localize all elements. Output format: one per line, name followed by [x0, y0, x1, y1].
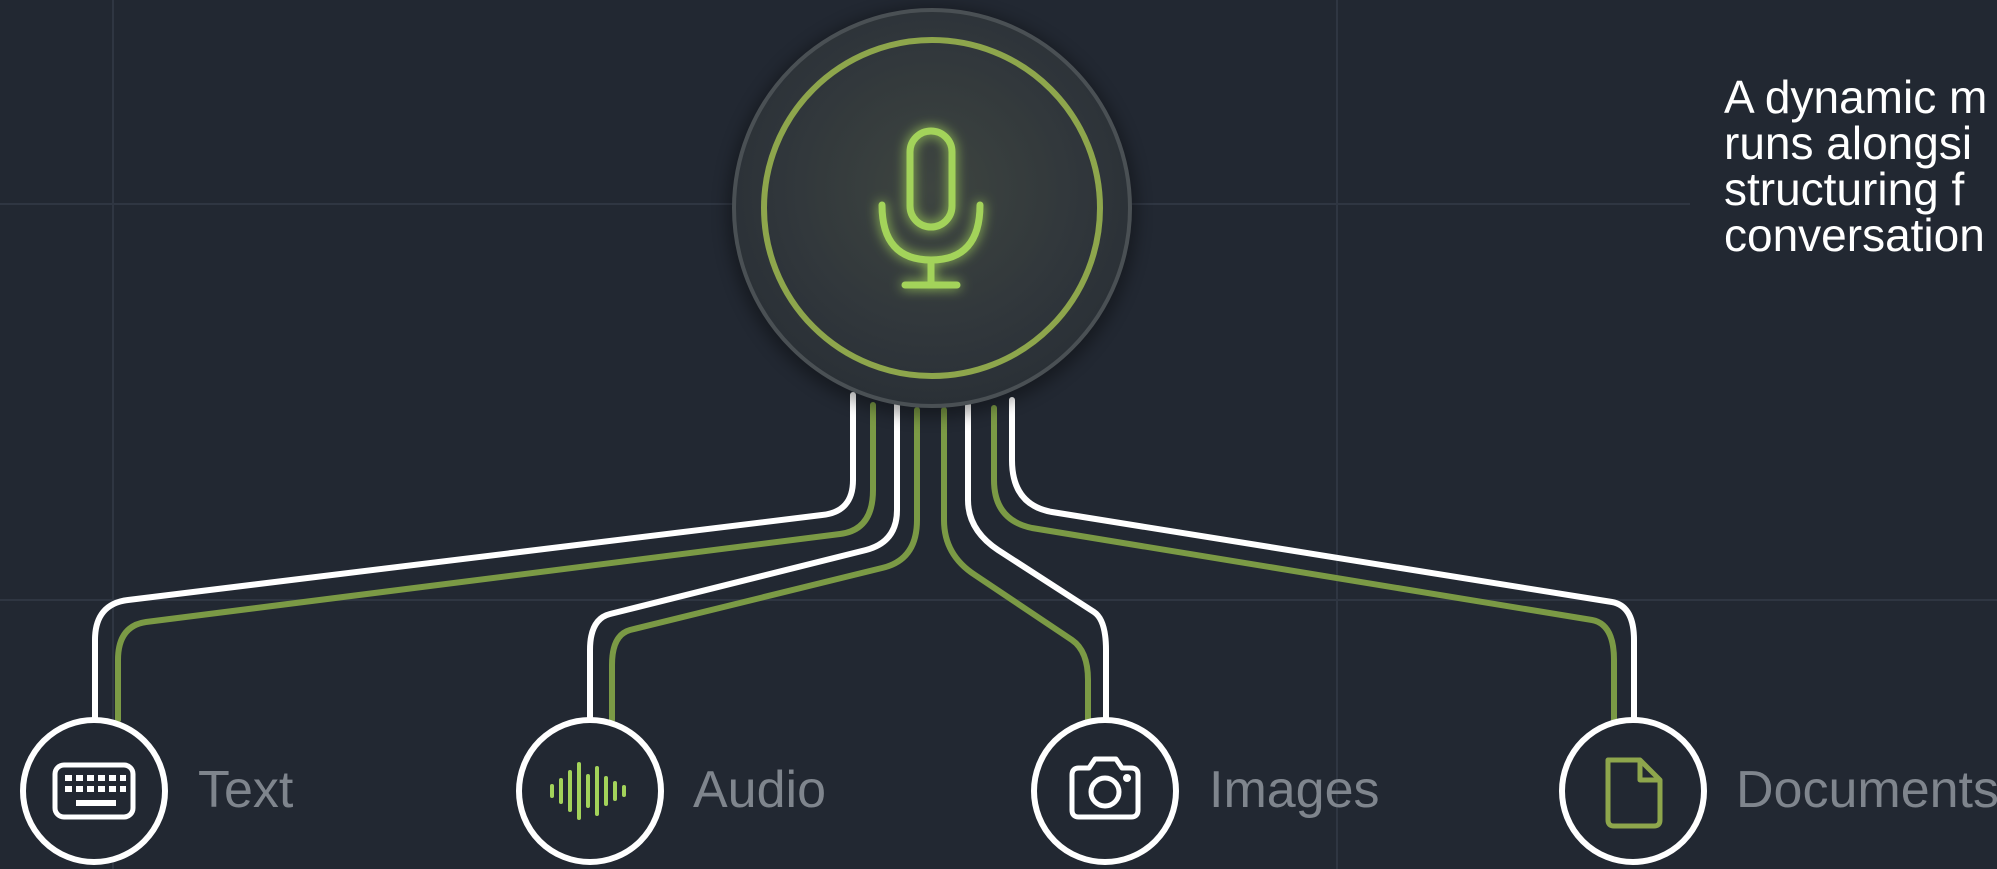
- node-audio[interactable]: [516, 717, 664, 865]
- description-line-4: conversation: [1724, 209, 1985, 261]
- connector-lines: [92, 392, 1637, 723]
- node-images-circle: [1031, 717, 1179, 865]
- hub-outer-ring: [732, 8, 1132, 408]
- node-text[interactable]: [20, 717, 168, 865]
- description-text: A dynamic m runs alongsi structuring f c…: [1724, 74, 1997, 258]
- node-images-label[interactable]: Images: [1209, 760, 1380, 820]
- description-line-3: structuring f: [1724, 163, 1965, 215]
- hub-microphone[interactable]: [727, 7, 1137, 417]
- node-audio-label[interactable]: Audio: [693, 760, 826, 820]
- node-text-label[interactable]: Text: [198, 760, 293, 820]
- node-documents[interactable]: [1559, 717, 1707, 865]
- connector-text-white: [92, 392, 856, 723]
- diagram-canvas: [0, 0, 1997, 869]
- node-documents-label[interactable]: Documents: [1736, 760, 1997, 820]
- node-images[interactable]: [1031, 717, 1179, 865]
- description-line-1: A dynamic m: [1724, 71, 1988, 123]
- node-documents-circle: [1559, 717, 1707, 865]
- description-line-2: runs alongsi: [1724, 117, 1973, 169]
- connector-text-green: [115, 402, 876, 723]
